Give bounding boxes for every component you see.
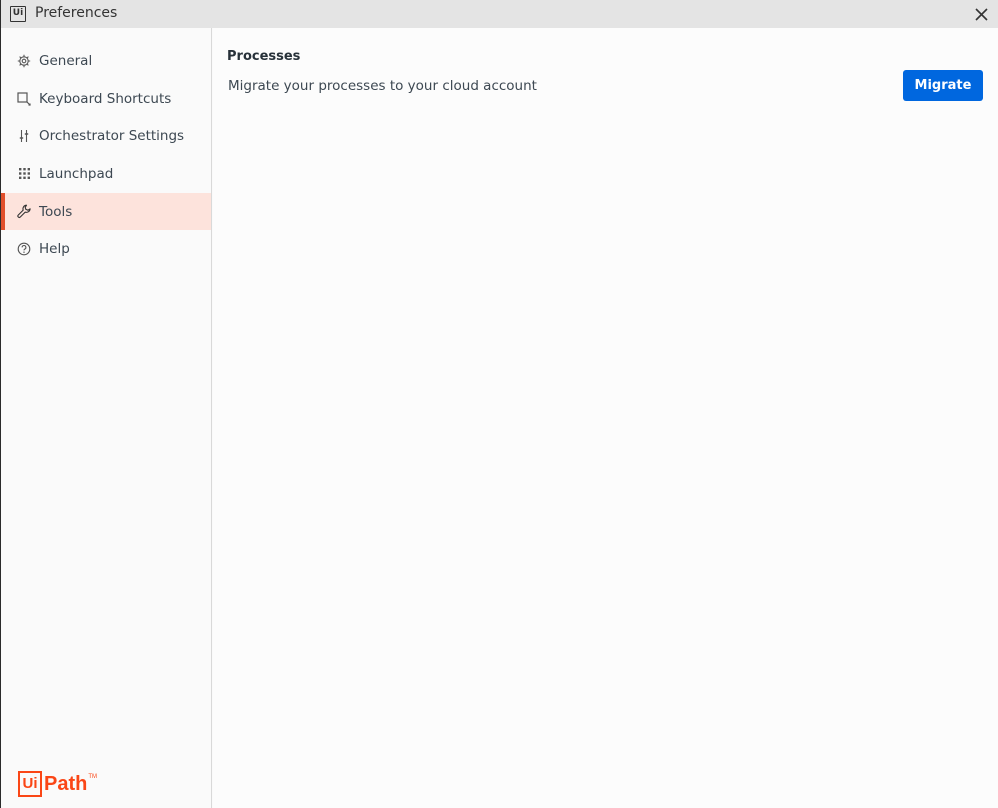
- sidebar: General Keyboard Shortcuts Orchestrator …: [1, 28, 212, 808]
- close-icon: [974, 7, 988, 21]
- migrate-button[interactable]: Migrate: [903, 70, 983, 101]
- sidebar-item-launchpad[interactable]: Launchpad: [1, 155, 211, 192]
- logo-mark: Ui: [18, 771, 42, 797]
- sidebar-item-label: Help: [39, 240, 70, 257]
- main-content: Processes Migrate your processes to your…: [213, 28, 998, 808]
- sidebar-item-general[interactable]: General: [1, 42, 211, 79]
- logo-trademark: TM: [88, 774, 98, 780]
- sidebar-item-label: Tools: [39, 203, 73, 220]
- app-icon: Ui: [10, 6, 26, 22]
- sidebar-item-label: Keyboard Shortcuts: [39, 90, 172, 107]
- sidebar-item-orchestrator-settings[interactable]: Orchestrator Settings: [1, 117, 211, 154]
- section-title: Processes: [227, 49, 301, 64]
- sliders-icon: [16, 128, 32, 144]
- grid-icon: [16, 166, 32, 182]
- preferences-window: Ui Preferences General Keyboard Shortcut…: [0, 0, 998, 808]
- sidebar-item-help[interactable]: Help: [1, 230, 211, 267]
- gear-icon: [16, 53, 32, 69]
- title-bar: Ui Preferences: [1, 0, 998, 28]
- close-button[interactable]: [971, 4, 991, 24]
- sidebar-item-label: General: [39, 52, 93, 69]
- keyboard-shortcut-icon: [16, 91, 32, 107]
- section-description: Migrate your processes to your cloud acc…: [228, 78, 537, 94]
- sidebar-item-keyboard-shortcuts[interactable]: Keyboard Shortcuts: [1, 80, 211, 117]
- sidebar-item-tools[interactable]: Tools: [1, 193, 211, 230]
- help-circle-icon: [16, 241, 32, 257]
- sidebar-item-label: Launchpad: [39, 165, 114, 182]
- logo-wordmark: Path: [44, 773, 88, 795]
- wrench-icon: [16, 204, 32, 220]
- sidebar-item-label: Orchestrator Settings: [39, 127, 185, 144]
- window-title: Preferences: [35, 5, 118, 21]
- uipath-logo: Ui Path TM: [18, 771, 97, 797]
